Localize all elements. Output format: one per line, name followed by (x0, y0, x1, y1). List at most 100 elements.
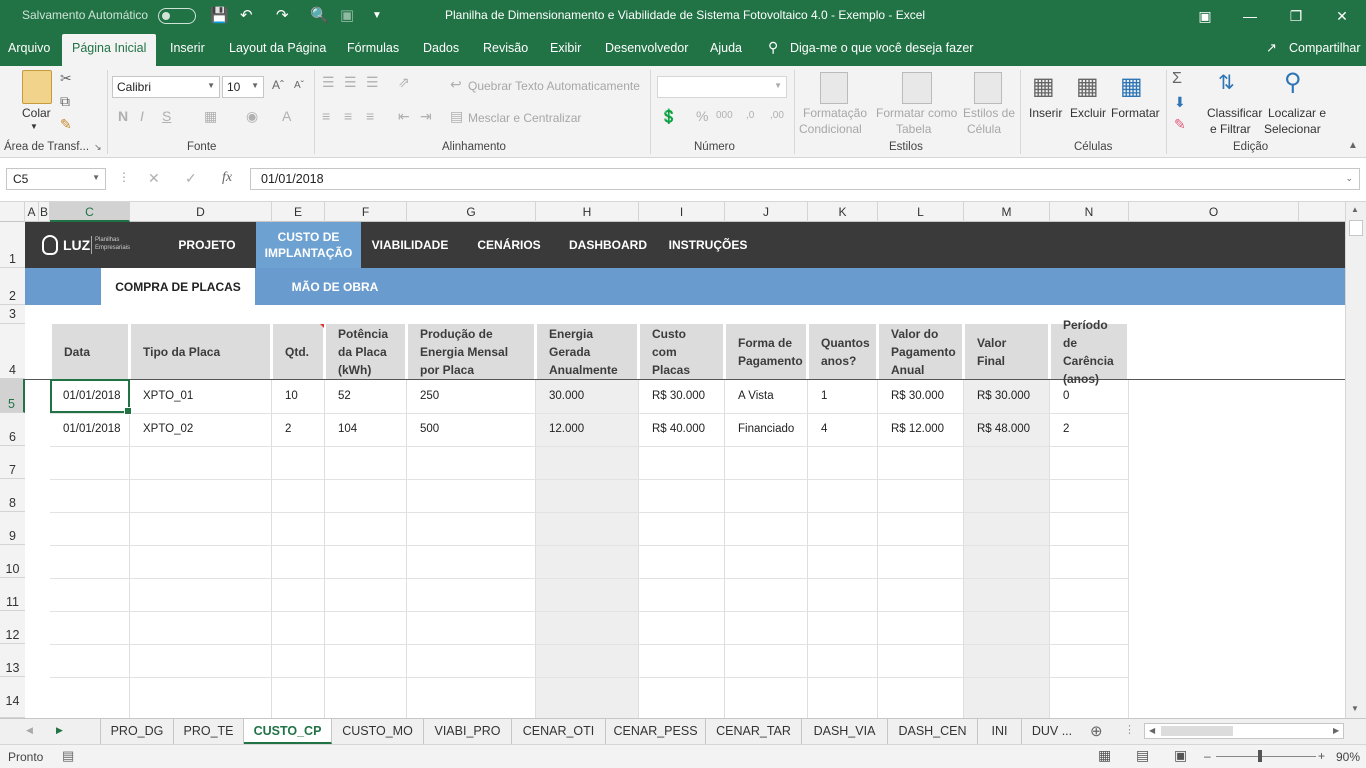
table-cell[interactable]: R$ 30.000 (878, 380, 944, 413)
sheet-tab-dash-cen[interactable]: DASH_CEN (888, 719, 978, 744)
tab-revisao[interactable]: Revisão (483, 41, 528, 55)
row-header-9[interactable]: 9 (0, 512, 25, 545)
table-cell[interactable]: 0 (1050, 380, 1069, 413)
format-as-table-label[interactable]: Formatar como (876, 106, 957, 120)
align-bottom-icon[interactable]: ☰ (366, 74, 379, 91)
increase-font-icon[interactable]: Aˆ (272, 78, 284, 92)
cell-styles-icon[interactable] (974, 72, 1002, 104)
thousands-icon[interactable]: 000 (716, 110, 733, 121)
row-header-1[interactable]: 1 (0, 222, 25, 268)
zoom-slider-track[interactable] (1216, 756, 1316, 757)
column-header-g[interactable]: G (407, 202, 536, 222)
column-header-l[interactable]: L (878, 202, 964, 222)
orientation-icon[interactable]: ⇗ (398, 74, 410, 91)
delete-cells-button[interactable]: Excluir (1070, 106, 1106, 120)
print-preview-icon[interactable]: 🔍 (310, 6, 329, 24)
subnav-mao-obra[interactable]: MÃO DE OBRA (275, 268, 395, 305)
insert-function-icon[interactable]: fx (222, 170, 232, 186)
table-cell[interactable]: 1 (808, 380, 827, 413)
row-header-4[interactable]: 4 (0, 324, 25, 379)
table-cell[interactable]: 500 (407, 413, 439, 446)
column-header-n[interactable]: N (1050, 202, 1129, 222)
sort-filter-button-2[interactable]: e Filtrar (1210, 122, 1251, 136)
table-cell[interactable]: Financiado (725, 413, 794, 446)
h-scroll-thumb[interactable] (1161, 726, 1233, 736)
find-select-button[interactable]: Localizar e (1268, 106, 1326, 120)
cut-icon[interactable]: ✂ (60, 70, 72, 87)
merge-center-button[interactable]: Mesclar e Centralizar (468, 111, 581, 125)
nav-custo-implantacao[interactable]: CUSTO DE IMPLANTAÇÃO (256, 222, 361, 268)
align-top-icon[interactable]: ☰ (322, 74, 335, 91)
share-icon[interactable]: ↗ (1266, 40, 1277, 56)
column-header-a[interactable]: A (25, 202, 39, 222)
column-header-c[interactable]: C (50, 202, 130, 222)
wrap-text-button[interactable]: Quebrar Texto Automaticamente (468, 79, 640, 93)
column-header-j[interactable]: J (725, 202, 808, 222)
sheet-tab-ini[interactable]: INI (978, 719, 1022, 744)
zoom-slider-thumb[interactable] (1258, 750, 1262, 762)
table-cell[interactable]: 30.000 (536, 380, 584, 413)
merge-icon[interactable]: ▤ (450, 108, 463, 125)
row-header-12[interactable]: 12 (0, 611, 25, 644)
italic-icon[interactable]: I (140, 108, 144, 124)
camera-icon[interactable]: ▣ (340, 6, 354, 24)
row-header-14[interactable]: 14 (0, 677, 25, 718)
undo-icon[interactable]: ↶ (240, 6, 253, 24)
nav-cenarios[interactable]: CENÁRIOS (473, 222, 545, 268)
tab-dados[interactable]: Dados (423, 41, 459, 55)
fill-color-icon[interactable]: ◉ (246, 108, 258, 125)
save-icon[interactable]: 💾 (210, 6, 229, 24)
tab-layout[interactable]: Layout da Página (229, 41, 326, 55)
close-button[interactable]: ✕ (1322, 4, 1362, 28)
tell-me-box[interactable]: Diga-me o que você deseja fazer (790, 41, 973, 55)
dialog-launcher-icon[interactable]: ↘ (94, 142, 102, 153)
table-cell[interactable]: 2 (1050, 413, 1069, 446)
row-header-10[interactable]: 10 (0, 545, 25, 578)
paste-icon[interactable] (22, 70, 52, 104)
share-button[interactable]: Compartilhar (1289, 41, 1361, 55)
row-header-8[interactable]: 8 (0, 479, 25, 512)
zoom-in-icon[interactable]: + (1318, 749, 1325, 763)
sort-filter-button[interactable]: Classificar (1207, 106, 1262, 120)
table-cell[interactable]: 10 (272, 380, 298, 413)
align-middle-icon[interactable]: ☰ (344, 74, 357, 91)
scroll-tabs-right-icon[interactable]: ▶ (56, 725, 63, 736)
table-cell[interactable]: 52 (325, 380, 351, 413)
increase-decimal-icon[interactable]: ,0 (746, 110, 754, 121)
table-cell[interactable]: R$ 30.000 (964, 380, 1030, 413)
font-name-select[interactable]: Calibri ▼ (112, 76, 220, 98)
row-header-2[interactable]: 2 (0, 268, 25, 305)
align-right-icon[interactable]: ≡ (366, 108, 374, 124)
increase-indent-icon[interactable]: ⇥ (420, 108, 432, 125)
wrap-text-icon[interactable]: ↩ (450, 76, 462, 93)
more-options-icon[interactable]: ⋮ (118, 170, 130, 184)
tab-formulas[interactable]: Fórmulas (347, 41, 399, 55)
find-select-button-2[interactable]: Selecionar (1264, 122, 1321, 136)
align-left-icon[interactable]: ≡ (322, 108, 330, 124)
nav-projeto[interactable]: PROJETO (173, 222, 241, 268)
comment-indicator[interactable] (320, 324, 324, 328)
scroll-right-icon[interactable]: ▶ (1333, 726, 1339, 735)
column-header-d[interactable]: D (130, 202, 272, 222)
insert-cells-button[interactable]: Inserir (1029, 106, 1062, 120)
confirm-entry-icon[interactable]: ✓ (185, 170, 197, 187)
tab-desenvolvedor[interactable]: Desenvolvedor (605, 41, 688, 55)
horizontal-scrollbar[interactable]: ◀ ▶ (1144, 723, 1344, 739)
table-cell[interactable]: XPTO_02 (130, 413, 193, 446)
table-cell[interactable]: R$ 40.000 (639, 413, 705, 446)
underline-icon[interactable]: S (162, 108, 171, 124)
copy-icon[interactable]: ⧉ (60, 93, 70, 110)
tab-pagina-inicial[interactable]: Página Inicial (62, 34, 157, 66)
conditional-formatting-label[interactable]: Formatação (803, 106, 867, 120)
sheet-tab-custo-mo[interactable]: CUSTO_MO (332, 719, 424, 744)
select-all-button[interactable] (0, 202, 25, 222)
row-header-6[interactable]: 6 (0, 413, 25, 446)
decrease-decimal-icon[interactable]: ,00 (770, 110, 784, 121)
tab-ajuda[interactable]: Ajuda (710, 41, 742, 55)
clear-icon[interactable]: ✎ (1174, 116, 1186, 133)
table-cell[interactable]: 12.000 (536, 413, 584, 446)
new-sheet-icon[interactable]: ⊕ (1090, 722, 1103, 740)
nav-dashboard[interactable]: DASHBOARD (568, 222, 648, 268)
row-header-5[interactable]: 5 (0, 379, 25, 413)
column-header-m[interactable]: M (964, 202, 1050, 222)
